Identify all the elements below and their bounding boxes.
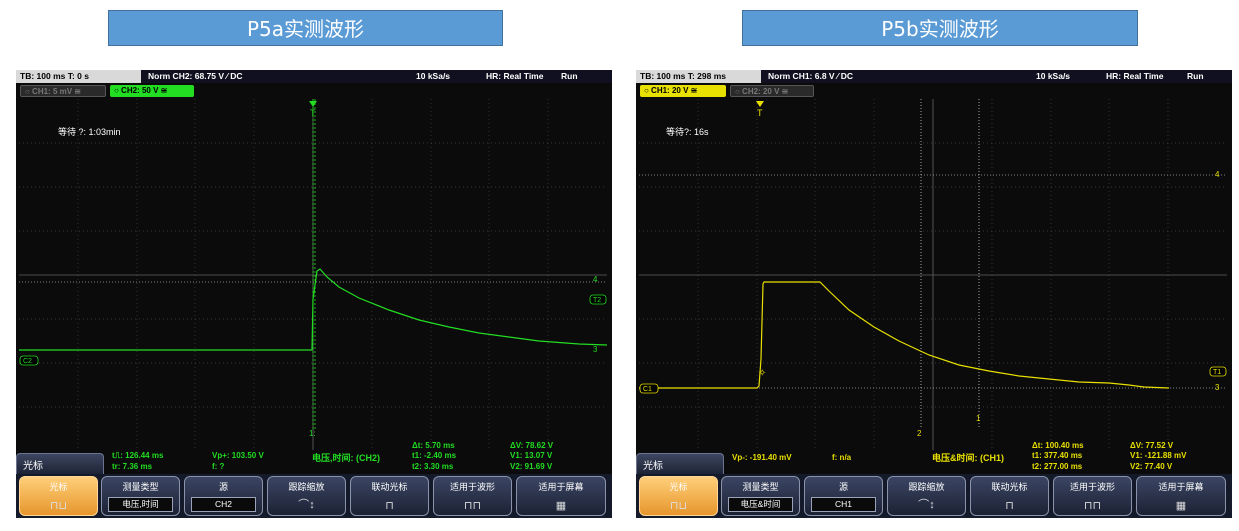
- trigger-readout: Norm CH1: 6.8 V ⁄ DC: [768, 71, 854, 81]
- t1-marker: T1: [1213, 369, 1221, 376]
- cursor-1-marker: 1: [976, 414, 981, 423]
- cursor-icon: ⊓⊔: [49, 500, 68, 512]
- meas-pulse: t⎍: 126.44 ms: [112, 451, 164, 460]
- measure-type-value: 电压,时间: [108, 497, 173, 512]
- linked-cursor-icon: ⊓: [385, 500, 394, 512]
- fit-wave-icon: ⊓⊓: [463, 500, 482, 512]
- wait-readout: 等待?: 16s: [666, 127, 709, 137]
- level-4-marker: 4: [1215, 170, 1220, 179]
- source-softkey[interactable]: 源 CH1: [804, 476, 883, 516]
- fit-screen-icon: ▦: [555, 500, 567, 512]
- status-bar: TB: 100 ms T: 298 ms Norm CH1: 6.8 V ⁄ D…: [636, 70, 1232, 83]
- meas-dt: Δt: 100.40 ms: [1032, 441, 1084, 450]
- meas-rise: tr: 7.36 ms: [112, 462, 153, 471]
- cursor-2-marker: 2: [917, 429, 922, 438]
- ch2-badge[interactable]: ○ CH2: 20 V ≅: [730, 85, 814, 97]
- cursor-icon: ⊓⊔: [669, 500, 688, 512]
- linked-cursor-softkey[interactable]: 联动光标 ⊓: [970, 476, 1049, 516]
- meas-t1: t1: 377.40 ms: [1032, 451, 1083, 460]
- fit-wave-softkey[interactable]: 适用于波形 ⊓⊓: [1053, 476, 1132, 516]
- ch1-badge[interactable]: ○ CH1: 5 mV ≅: [20, 85, 106, 97]
- c2-marker: C2: [23, 358, 32, 365]
- c1-marker: C1: [643, 386, 652, 393]
- fit-screen-softkey[interactable]: 适用于屏幕 ▦: [516, 476, 606, 516]
- linked-cursor-softkey[interactable]: 联动光标 ⊓: [350, 476, 429, 516]
- menu-tab-cursor[interactable]: 光标: [16, 453, 104, 475]
- scope-screen-a: TB: 100 ms T: 0 s Norm CH2: 68.75 V ⁄ DC…: [16, 70, 612, 518]
- timebase-readout[interactable]: TB: 100 ms T: 0 s: [16, 70, 141, 83]
- fit-screen-icon: ▦: [1175, 500, 1187, 512]
- source-value: CH2: [191, 497, 256, 512]
- softkey-bar: 光标 ⊓⊔ 测量类型 电压,时间 源 CH2 跟踪缩放 ⌒↕ 联动光标 ⊓ 适用于波形 ⊓⊓…: [16, 474, 612, 518]
- sample-rate: 10 kSa/s: [1036, 71, 1071, 81]
- meas-t2: t2: 277.00 ms: [1032, 462, 1083, 471]
- meas-v2: V2: 77.40 V: [1130, 462, 1173, 471]
- meas-vp: Vp+: 103.50 V: [212, 451, 264, 460]
- wait-readout: 等待 ?: 1:03min: [58, 127, 121, 137]
- acq-mode: HR: Real Time: [486, 71, 544, 81]
- trigger-marker: T: [310, 108, 316, 118]
- run-status[interactable]: Run: [561, 70, 578, 83]
- meas-v1: V1: -121.88 mV: [1130, 451, 1187, 460]
- level-4-marker: 4: [593, 275, 598, 284]
- linked-cursor-icon: ⊓: [1005, 500, 1014, 512]
- menu-tab-cursor[interactable]: 光标: [636, 453, 724, 475]
- svg-text:✧: ✧: [758, 368, 766, 379]
- fit-wave-softkey[interactable]: 适用于波形 ⊓⊓: [433, 476, 512, 516]
- timebase-readout[interactable]: TB: 100 ms T: 298 ms: [636, 70, 761, 83]
- t2-marker: T2: [593, 297, 601, 304]
- ch1-badge[interactable]: ○ CH1: 20 V ≅: [640, 85, 726, 97]
- cursor-1-marker: 1:: [309, 429, 316, 438]
- track-zoom-softkey[interactable]: 跟踪缩放 ⌒↕: [267, 476, 346, 516]
- track-zoom-icon: ⌒↕: [298, 499, 315, 511]
- cursor-mode: 电压&时间: (CH1): [932, 453, 1004, 463]
- meas-v1: V1: 13.07 V: [510, 451, 553, 460]
- measure-type-softkey[interactable]: 测量类型 电压&时间: [721, 476, 800, 516]
- meas-t2: t2: 3.30 ms: [412, 462, 454, 471]
- meas-v2: V2: 91.69 V: [510, 462, 553, 471]
- meas-t1: t1: -2.40 ms: [412, 451, 457, 460]
- measurement-panel: Vp-: -191.40 mV f: n/a 电压&时间: (CH1) Δt: …: [636, 441, 1232, 472]
- scope-screen-b: TB: 100 ms T: 298 ms Norm CH1: 6.8 V ⁄ D…: [636, 70, 1232, 518]
- source-softkey[interactable]: 源 CH2: [184, 476, 263, 516]
- trigger-readout: Norm CH2: 68.75 V ⁄ DC: [148, 71, 243, 81]
- ch2-badge[interactable]: ○ CH2: 50 V ≅: [110, 85, 194, 97]
- cursor-softkey[interactable]: 光标 ⊓⊔: [639, 476, 718, 516]
- waveform-plot-b[interactable]: T ✧ 2 1 4 3 T1 C1: [639, 99, 1227, 450]
- fit-screen-softkey[interactable]: 适用于屏幕 ▦: [1136, 476, 1226, 516]
- measurement-panel: t⎍: 126.44 ms tr: 7.36 ms Vp+: 103.50 V …: [16, 441, 612, 472]
- panel-a-title: P5a实测波形: [108, 10, 503, 46]
- track-zoom-softkey[interactable]: 跟踪缩放 ⌒↕: [887, 476, 966, 516]
- meas-f: f: ?: [212, 462, 225, 471]
- acq-mode: HR: Real Time: [1106, 71, 1164, 81]
- level-3-marker: 3: [593, 345, 598, 354]
- measure-type-value: 电压&时间: [728, 497, 793, 512]
- fit-wave-icon: ⊓⊓: [1083, 500, 1102, 512]
- cursor-mode: 电压,时间: (CH2): [312, 453, 380, 463]
- channel-row: ○ CH1: 20 V ≅ ○ CH2: 20 V ≅: [636, 84, 1232, 98]
- softkey-bar: 光标 ⊓⊔ 测量类型 电压&时间 源 CH1 跟踪缩放 ⌒↕ 联动光标 ⊓ 适用于波形 ⊓⊓…: [636, 474, 1232, 518]
- waveform-plot-a[interactable]: T 1: 4 3 T2 C2: [19, 99, 607, 450]
- meas-dt: Δt: 5.70 ms: [412, 441, 455, 450]
- channel-row: ○ CH1: 5 mV ≅ ○ CH2: 50 V ≅: [16, 84, 612, 98]
- source-value: CH1: [811, 497, 876, 512]
- panel-b-title: P5b实测波形: [742, 10, 1138, 46]
- measure-type-softkey[interactable]: 测量类型 电压,时间: [101, 476, 180, 516]
- level-3-marker: 3: [1215, 383, 1220, 392]
- meas-f: f: n/a: [832, 453, 852, 462]
- cursor-softkey[interactable]: 光标 ⊓⊔: [19, 476, 98, 516]
- sample-rate: 10 kSa/s: [416, 71, 451, 81]
- status-bar: TB: 100 ms T: 0 s Norm CH2: 68.75 V ⁄ DC…: [16, 70, 612, 83]
- meas-dv: ΔV: 78.62 V: [510, 441, 554, 450]
- run-status[interactable]: Run: [1187, 70, 1204, 83]
- trigger-marker: T: [757, 108, 763, 118]
- track-zoom-icon: ⌒↕: [918, 499, 935, 511]
- meas-vp: Vp-: -191.40 mV: [732, 453, 792, 462]
- meas-dv: ΔV: 77.52 V: [1130, 441, 1174, 450]
